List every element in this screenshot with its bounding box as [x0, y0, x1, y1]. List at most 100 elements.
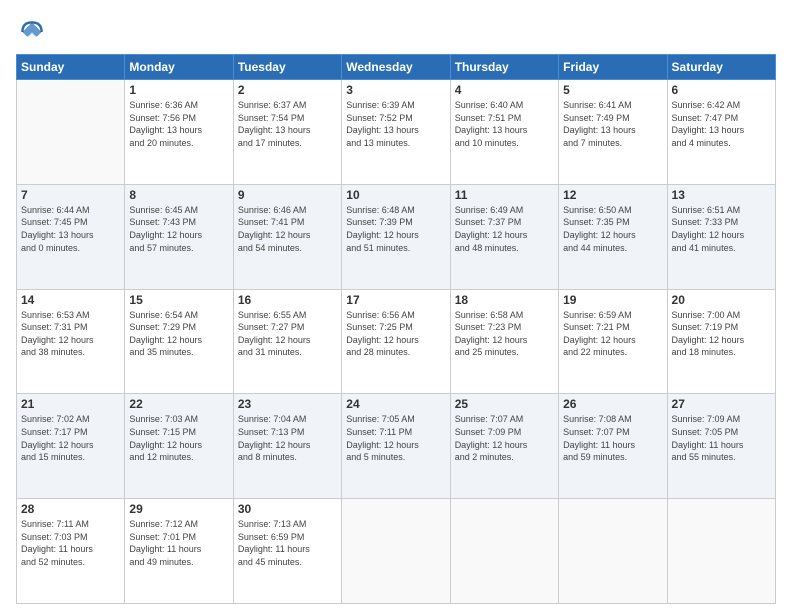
day-number: 17: [346, 293, 445, 307]
day-number: 15: [129, 293, 228, 307]
day-number: 10: [346, 188, 445, 202]
calendar-cell: 13 Sunrise: 6:51 AMSunset: 7:33 PMDayligh…: [667, 184, 775, 289]
calendar-cell: 3 Sunrise: 6:39 AMSunset: 7:52 PMDaylight…: [342, 80, 450, 185]
day-header-friday: Friday: [559, 55, 667, 80]
cell-info: Sunrise: 7:13 AMSunset: 6:59 PMDaylight:…: [238, 518, 337, 568]
calendar-cell: 6 Sunrise: 6:42 AMSunset: 7:47 PMDaylight…: [667, 80, 775, 185]
day-number: 1: [129, 83, 228, 97]
cell-info: Sunrise: 7:09 AMSunset: 7:05 PMDaylight:…: [672, 413, 771, 463]
calendar-cell: 8Sunrise: 6:45 AMSunset: 7:43 PMDaylight…: [125, 184, 233, 289]
day-number: 18: [455, 293, 554, 307]
calendar-cell: 14 Sunrise: 6:53 AMSunset: 7:31 PMDayligh…: [17, 289, 125, 394]
cell-info: Sunrise: 7:07 AMSunset: 7:09 PMDaylight:…: [455, 413, 554, 463]
calendar-cell: 4 Sunrise: 6:40 AMSunset: 7:51 PMDaylight…: [450, 80, 558, 185]
calendar-cell: 16Sunrise: 6:55 AMSunset: 7:27 PMDayligh…: [233, 289, 341, 394]
calendar-cell: 22 Sunrise: 7:03 AMSunset: 7:15 PMDayligh…: [125, 394, 233, 499]
cell-info: Sunrise: 6:53 AMSunset: 7:31 PMDaylight:…: [21, 309, 120, 359]
calendar-cell: 15 Sunrise: 6:54 AMSunset: 7:29 PMDayligh…: [125, 289, 233, 394]
cell-info: Sunrise: 6:44 AMSunset: 7:45 PMDaylight:…: [21, 204, 120, 254]
week-row-1: 1 Sunrise: 6:36 AMSunset: 7:56 PMDaylight…: [17, 80, 776, 185]
logo: [16, 16, 52, 48]
week-row-2: 7 Sunrise: 6:44 AMSunset: 7:45 PMDaylight…: [17, 184, 776, 289]
day-number: 4: [455, 83, 554, 97]
cell-info: Sunrise: 7:11 AMSunset: 7:03 PMDaylight:…: [21, 518, 120, 568]
day-number: 26: [563, 397, 662, 411]
cell-info: Sunrise: 6:54 AMSunset: 7:29 PMDaylight:…: [129, 309, 228, 359]
calendar-cell: 18 Sunrise: 6:58 AMSunset: 7:23 PMDayligh…: [450, 289, 558, 394]
cell-info: Sunrise: 6:42 AMSunset: 7:47 PMDaylight:…: [672, 99, 771, 149]
cell-info: Sunrise: 6:46 AMSunset: 7:41 PMDaylight:…: [238, 204, 337, 254]
cell-info: Sunrise: 6:49 AMSunset: 7:37 PMDaylight:…: [455, 204, 554, 254]
day-number: 28: [21, 502, 120, 516]
cell-info: Sunrise: 6:58 AMSunset: 7:23 PMDaylight:…: [455, 309, 554, 359]
calendar-cell: 5 Sunrise: 6:41 AMSunset: 7:49 PMDaylight…: [559, 80, 667, 185]
calendar-cell: 1 Sunrise: 6:36 AMSunset: 7:56 PMDaylight…: [125, 80, 233, 185]
day-number: 6: [672, 83, 771, 97]
day-number: 7: [21, 188, 120, 202]
day-number: 3: [346, 83, 445, 97]
calendar-cell: 10 Sunrise: 6:48 AMSunset: 7:39 PMDayligh…: [342, 184, 450, 289]
day-header-monday: Monday: [125, 55, 233, 80]
day-number: 13: [672, 188, 771, 202]
calendar-cell: 12 Sunrise: 6:50 AMSunset: 7:35 PMDayligh…: [559, 184, 667, 289]
day-number: 27: [672, 397, 771, 411]
day-header-wednesday: Wednesday: [342, 55, 450, 80]
cell-info: Sunrise: 7:02 AMSunset: 7:17 PMDaylight:…: [21, 413, 120, 463]
day-number: 9: [238, 188, 337, 202]
day-number: 21: [21, 397, 120, 411]
day-header-saturday: Saturday: [667, 55, 775, 80]
logo-icon: [16, 16, 48, 48]
calendar-cell: 27 Sunrise: 7:09 AMSunset: 7:05 PMDayligh…: [667, 394, 775, 499]
day-header-sunday: Sunday: [17, 55, 125, 80]
calendar-cell: 9 Sunrise: 6:46 AMSunset: 7:41 PMDaylight…: [233, 184, 341, 289]
calendar-cell: [342, 499, 450, 604]
week-row-3: 14 Sunrise: 6:53 AMSunset: 7:31 PMDayligh…: [17, 289, 776, 394]
day-number: 8: [129, 188, 228, 202]
calendar-cell: [667, 499, 775, 604]
cell-info: Sunrise: 7:04 AMSunset: 7:13 PMDaylight:…: [238, 413, 337, 463]
week-row-5: 28 Sunrise: 7:11 AMSunset: 7:03 PMDayligh…: [17, 499, 776, 604]
calendar-cell: [450, 499, 558, 604]
calendar-cell: 23Sunrise: 7:04 AMSunset: 7:13 PMDayligh…: [233, 394, 341, 499]
cell-info: Sunrise: 6:41 AMSunset: 7:49 PMDaylight:…: [563, 99, 662, 149]
cell-info: Sunrise: 7:00 AMSunset: 7:19 PMDaylight:…: [672, 309, 771, 359]
calendar-cell: 21 Sunrise: 7:02 AMSunset: 7:17 PMDayligh…: [17, 394, 125, 499]
cell-info: Sunrise: 6:48 AMSunset: 7:39 PMDaylight:…: [346, 204, 445, 254]
calendar-cell: 2Sunrise: 6:37 AMSunset: 7:54 PMDaylight…: [233, 80, 341, 185]
calendar-cell: 26 Sunrise: 7:08 AMSunset: 7:07 PMDayligh…: [559, 394, 667, 499]
calendar-cell: 28 Sunrise: 7:11 AMSunset: 7:03 PMDayligh…: [17, 499, 125, 604]
page: SundayMondayTuesdayWednesdayThursdayFrid…: [0, 0, 792, 612]
header-row: SundayMondayTuesdayWednesdayThursdayFrid…: [17, 55, 776, 80]
calendar-table: SundayMondayTuesdayWednesdayThursdayFrid…: [16, 54, 776, 604]
day-number: 20: [672, 293, 771, 307]
cell-info: Sunrise: 7:12 AMSunset: 7:01 PMDaylight:…: [129, 518, 228, 568]
calendar-cell: 7 Sunrise: 6:44 AMSunset: 7:45 PMDaylight…: [17, 184, 125, 289]
cell-info: Sunrise: 7:05 AMSunset: 7:11 PMDaylight:…: [346, 413, 445, 463]
cell-info: Sunrise: 6:36 AMSunset: 7:56 PMDaylight:…: [129, 99, 228, 149]
cell-info: Sunrise: 6:59 AMSunset: 7:21 PMDaylight:…: [563, 309, 662, 359]
cell-info: Sunrise: 7:03 AMSunset: 7:15 PMDaylight:…: [129, 413, 228, 463]
day-number: 22: [129, 397, 228, 411]
cell-info: Sunrise: 6:37 AMSunset: 7:54 PMDaylight:…: [238, 99, 337, 149]
cell-info: Sunrise: 6:56 AMSunset: 7:25 PMDaylight:…: [346, 309, 445, 359]
day-number: 5: [563, 83, 662, 97]
day-header-thursday: Thursday: [450, 55, 558, 80]
calendar-cell: [17, 80, 125, 185]
day-number: 24: [346, 397, 445, 411]
day-number: 11: [455, 188, 554, 202]
cell-info: Sunrise: 6:51 AMSunset: 7:33 PMDaylight:…: [672, 204, 771, 254]
calendar-cell: 30Sunrise: 7:13 AMSunset: 6:59 PMDayligh…: [233, 499, 341, 604]
day-header-tuesday: Tuesday: [233, 55, 341, 80]
calendar-cell: 25Sunrise: 7:07 AMSunset: 7:09 PMDayligh…: [450, 394, 558, 499]
cell-info: Sunrise: 6:40 AMSunset: 7:51 PMDaylight:…: [455, 99, 554, 149]
calendar-cell: 24 Sunrise: 7:05 AMSunset: 7:11 PMDayligh…: [342, 394, 450, 499]
cell-info: Sunrise: 6:50 AMSunset: 7:35 PMDaylight:…: [563, 204, 662, 254]
calendar-cell: 17 Sunrise: 6:56 AMSunset: 7:25 PMDayligh…: [342, 289, 450, 394]
cell-info: Sunrise: 6:39 AMSunset: 7:52 PMDaylight:…: [346, 99, 445, 149]
cell-info: Sunrise: 7:08 AMSunset: 7:07 PMDaylight:…: [563, 413, 662, 463]
calendar-cell: 20 Sunrise: 7:00 AMSunset: 7:19 PMDayligh…: [667, 289, 775, 394]
day-number: 14: [21, 293, 120, 307]
day-number: 12: [563, 188, 662, 202]
calendar-cell: 19Sunrise: 6:59 AMSunset: 7:21 PMDayligh…: [559, 289, 667, 394]
calendar-cell: 11 Sunrise: 6:49 AMSunset: 7:37 PMDayligh…: [450, 184, 558, 289]
